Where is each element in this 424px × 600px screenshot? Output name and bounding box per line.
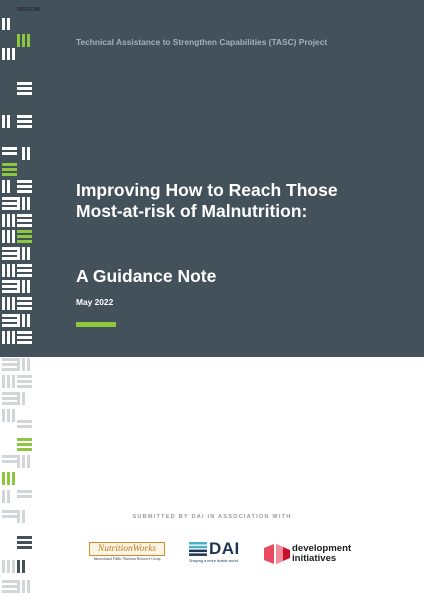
title-line-1: Improving How to Reach Those xyxy=(76,180,338,200)
title-line-2: Most-at-risk of Malnutrition: xyxy=(76,201,308,221)
development-initiatives-text: development initiatives xyxy=(292,544,351,563)
document-cover-page: OFFICIAL Technical Assistance to Strengt… xyxy=(0,0,424,600)
dai-logo: DAI Shaping a more livable world. xyxy=(189,539,249,568)
nutritionworks-logo-box: NutritionWorks xyxy=(89,542,165,556)
dai-logo-text: DAI xyxy=(209,539,240,558)
development-initiatives-line2: initiatives xyxy=(292,552,337,564)
development-initiatives-icon xyxy=(264,544,290,564)
partner-logos: NutritionWorks International Public Nutr… xyxy=(0,539,424,570)
submitted-by-label: SUBMITTED BY DAI IN ASSOCIATION WITH xyxy=(132,514,292,520)
cover-header-block xyxy=(0,0,424,357)
accent-bar xyxy=(76,322,116,327)
decorative-stripe-pattern xyxy=(0,0,36,600)
development-initiatives-logo: development initiatives xyxy=(264,542,374,566)
document-subtitle: A Guidance Note xyxy=(76,266,217,286)
dai-stripes-icon xyxy=(189,542,207,556)
classification-label: OFFICIAL xyxy=(17,7,42,13)
project-name: Technical Assistance to Strengthen Capab… xyxy=(76,37,328,47)
document-title: Improving How to Reach Those Most-at-ris… xyxy=(76,180,406,222)
document-date: May 2022 xyxy=(76,297,114,307)
nutritionworks-logo-text: NutritionWorks xyxy=(97,544,157,554)
nutritionworks-tagline: International Public Nutrition Resource … xyxy=(93,557,161,561)
dai-tagline: Shaping a more livable world. xyxy=(189,559,239,563)
nutritionworks-logo: NutritionWorks International Public Nutr… xyxy=(89,542,165,561)
